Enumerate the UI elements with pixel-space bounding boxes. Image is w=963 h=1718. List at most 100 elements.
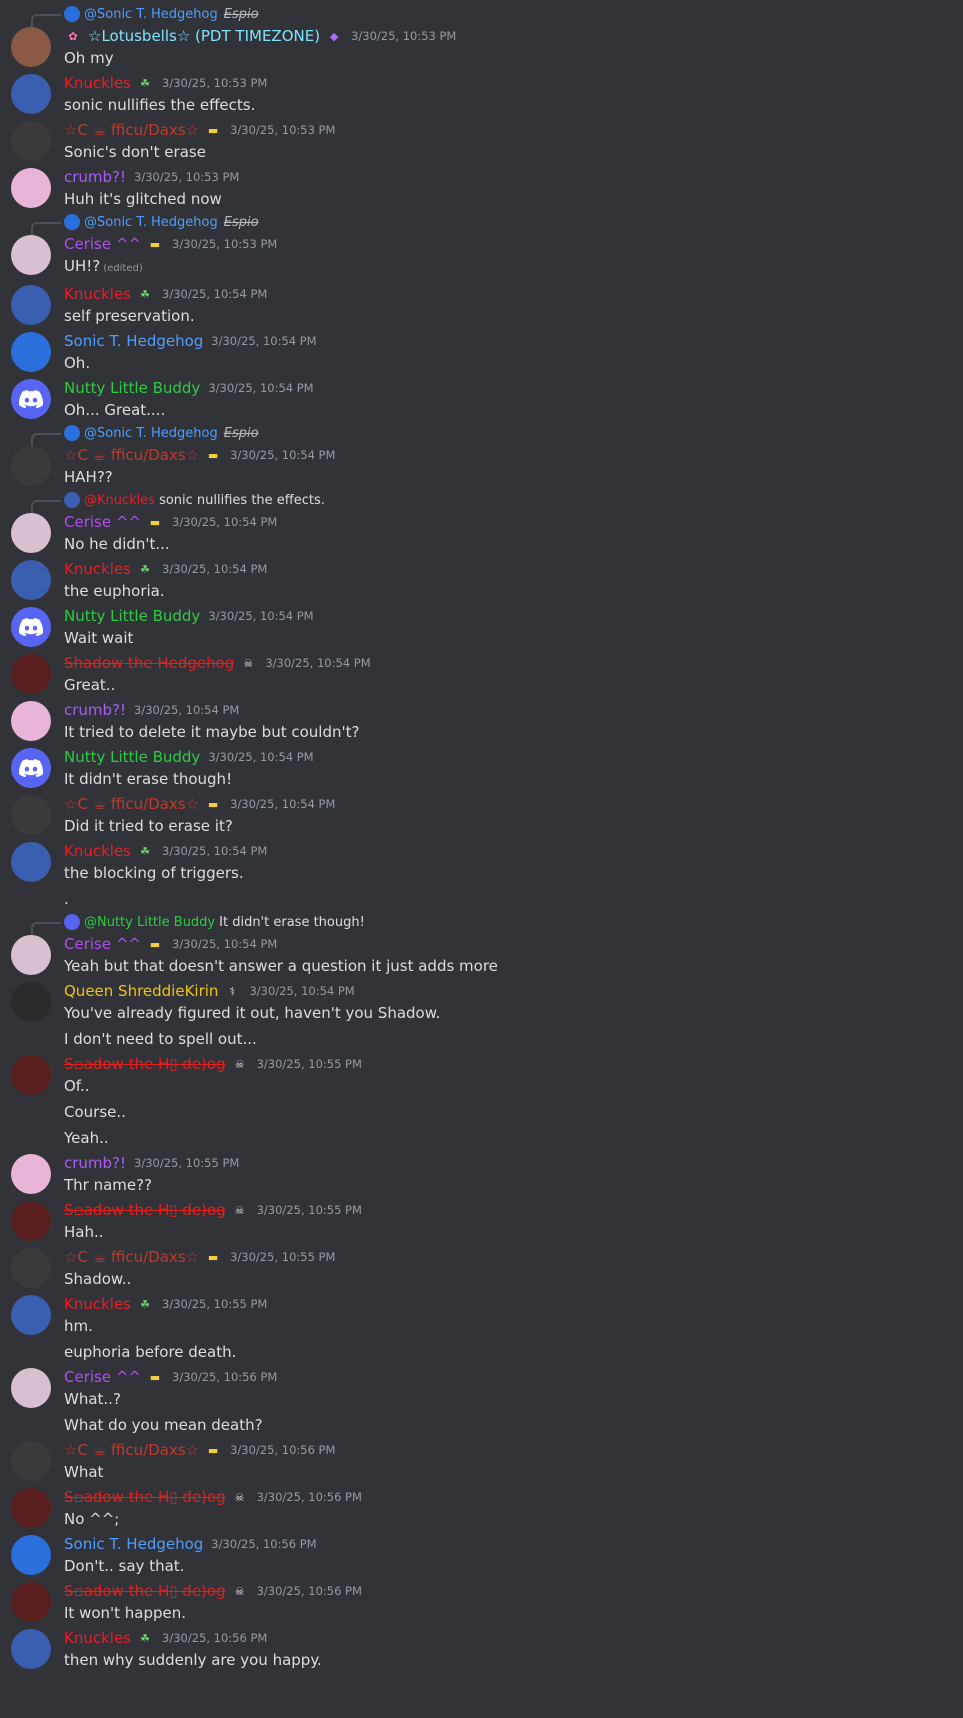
knuckles-avatar[interactable] xyxy=(11,1295,51,1335)
timestamp[interactable]: 3/30/25, 10:53 PM xyxy=(351,29,456,43)
timestamp[interactable]: 3/30/25, 10:55 PM xyxy=(134,1156,239,1170)
timestamp[interactable]: 3/30/25, 10:53 PM xyxy=(134,170,239,184)
knuckles-avatar[interactable] xyxy=(11,1629,51,1669)
sonic-avatar[interactable] xyxy=(11,1535,51,1575)
author-name[interactable]: Cerise ^^ xyxy=(64,513,141,531)
crumb-avatar[interactable] xyxy=(11,701,51,741)
author-name[interactable]: ☆C ☕ fficu/Daxs☆ xyxy=(64,121,199,139)
discord-avatar[interactable] xyxy=(11,748,51,788)
shadow-avatar[interactable] xyxy=(11,1201,51,1241)
shadow-avatar[interactable] xyxy=(11,1582,51,1622)
timestamp[interactable]: 3/30/25, 10:55 PM xyxy=(230,1250,335,1264)
timestamp[interactable]: 3/30/25, 10:54 PM xyxy=(162,287,267,301)
author-name[interactable]: ☆C ☕ fficu/Daxs☆ xyxy=(64,795,199,813)
timestamp[interactable]: 3/30/25, 10:54 PM xyxy=(208,381,313,395)
daxs-avatar[interactable] xyxy=(11,795,51,835)
reply-mention[interactable]: @Knuckles xyxy=(84,493,155,508)
cerise-avatar[interactable] xyxy=(11,935,51,975)
timestamp[interactable]: 3/30/25, 10:55 PM xyxy=(257,1203,362,1217)
knuckles-avatar[interactable] xyxy=(11,74,51,114)
knuckles-avatar[interactable] xyxy=(11,842,51,882)
author-name[interactable]: Sonic T. Hedgehog xyxy=(64,1535,203,1553)
author-name[interactable]: Shadow the Hedgehog xyxy=(64,654,234,672)
author-name[interactable]: Knuckles xyxy=(64,1629,131,1647)
author-name[interactable]: Knuckles xyxy=(64,285,131,303)
shadow-avatar[interactable] xyxy=(11,1488,51,1528)
cerise-avatar[interactable] xyxy=(11,1368,51,1408)
timestamp[interactable]: 3/30/25, 10:53 PM xyxy=(172,237,277,251)
shadow-avatar[interactable] xyxy=(11,654,51,694)
author-name[interactable]: Nutty Little Buddy xyxy=(64,379,200,397)
timestamp[interactable]: 3/30/25, 10:54 PM xyxy=(208,609,313,623)
author-name[interactable]: S▫adow the H▯ de)og xyxy=(64,1582,226,1600)
author-name[interactable]: ☆Lotusbells☆ (PDT TIMEZONE) xyxy=(88,27,320,45)
author-name[interactable]: crumb?! xyxy=(64,168,126,186)
reply-mention[interactable]: @Sonic T. Hedgehog xyxy=(84,7,218,22)
timestamp[interactable]: 3/30/25, 10:55 PM xyxy=(257,1057,362,1071)
cerise-avatar[interactable] xyxy=(11,513,51,553)
discord-avatar[interactable] xyxy=(11,607,51,647)
timestamp[interactable]: 3/30/25, 10:55 PM xyxy=(162,1297,267,1311)
reply-mention[interactable]: @Nutty Little Buddy xyxy=(84,915,215,930)
author-name[interactable]: Sonic T. Hedgehog xyxy=(64,332,203,350)
author-name[interactable]: Cerise ^^ xyxy=(64,1368,141,1386)
timestamp[interactable]: 3/30/25, 10:56 PM xyxy=(162,1631,267,1645)
timestamp[interactable]: 3/30/25, 10:56 PM xyxy=(230,1443,335,1457)
timestamp[interactable]: 3/30/25, 10:54 PM xyxy=(211,334,316,348)
lotus-avatar[interactable] xyxy=(11,27,51,67)
daxs-avatar[interactable] xyxy=(11,1248,51,1288)
author-name[interactable]: S▫adow the H▯ de)og xyxy=(64,1055,226,1073)
author-name[interactable]: Cerise ^^ xyxy=(64,235,141,253)
author-name[interactable]: Knuckles xyxy=(64,842,131,860)
queen-avatar[interactable] xyxy=(11,982,51,1022)
cerise-avatar[interactable] xyxy=(11,235,51,275)
crumb-avatar[interactable] xyxy=(11,168,51,208)
author-name[interactable]: Nutty Little Buddy xyxy=(64,748,200,766)
shadow-avatar[interactable] xyxy=(11,1055,51,1095)
timestamp[interactable]: 3/30/25, 10:53 PM xyxy=(230,123,335,137)
timestamp[interactable]: 3/30/25, 10:56 PM xyxy=(211,1537,316,1551)
timestamp[interactable]: 3/30/25, 10:54 PM xyxy=(172,515,277,529)
timestamp[interactable]: 3/30/25, 10:54 PM xyxy=(162,562,267,576)
knuckles-avatar[interactable] xyxy=(11,560,51,600)
author-name[interactable]: Nutty Little Buddy xyxy=(64,607,200,625)
sonic-avatar[interactable] xyxy=(11,332,51,372)
daxs-avatar[interactable] xyxy=(11,121,51,161)
reply-mention[interactable]: @Sonic T. Hedgehog xyxy=(84,215,218,230)
author-name[interactable]: ☆C ☕ fficu/Daxs☆ xyxy=(64,1441,199,1459)
reply-preview[interactable]: @Sonic T. Hedgehog Espio xyxy=(31,211,943,236)
timestamp[interactable]: 3/30/25, 10:54 PM xyxy=(162,844,267,858)
author-name[interactable]: Knuckles xyxy=(64,560,131,578)
author-name[interactable]: Queen ShreddieKirin xyxy=(64,982,218,1000)
author-name[interactable]: Cerise ^^ xyxy=(64,935,141,953)
crumb-avatar[interactable] xyxy=(11,1154,51,1194)
discord-avatar[interactable] xyxy=(11,379,51,419)
reply-preview[interactable]: @Sonic T. Hedgehog Espio xyxy=(31,3,943,28)
knuckles-avatar[interactable] xyxy=(11,285,51,325)
timestamp[interactable]: 3/30/25, 10:56 PM xyxy=(172,1370,277,1384)
timestamp[interactable]: 3/30/25, 10:54 PM xyxy=(134,703,239,717)
author-name[interactable]: crumb?! xyxy=(64,1154,126,1172)
author-name[interactable]: Knuckles xyxy=(64,1295,131,1313)
author-name[interactable]: crumb?! xyxy=(64,701,126,719)
author-name[interactable]: Knuckles xyxy=(64,74,131,92)
timestamp[interactable]: 3/30/25, 10:54 PM xyxy=(249,984,354,998)
timestamp[interactable]: 3/30/25, 10:53 PM xyxy=(162,76,267,90)
reply-preview[interactable]: @Knuckles sonic nullifies the effects. xyxy=(31,489,943,514)
reply-mention[interactable]: @Sonic T. Hedgehog xyxy=(84,426,218,441)
timestamp[interactable]: 3/30/25, 10:54 PM xyxy=(265,656,370,670)
author-name[interactable]: S▫adow the H▯ de)og xyxy=(64,1488,226,1506)
author-name[interactable]: ☆C ☕ fficu/Daxs☆ xyxy=(64,446,199,464)
timestamp[interactable]: 3/30/25, 10:56 PM xyxy=(257,1490,362,1504)
timestamp[interactable]: 3/30/25, 10:54 PM xyxy=(230,448,335,462)
timestamp[interactable]: 3/30/25, 10:54 PM xyxy=(208,750,313,764)
timestamp[interactable]: 3/30/25, 10:54 PM xyxy=(230,797,335,811)
reply-preview[interactable]: @Sonic T. Hedgehog Espio xyxy=(31,422,943,447)
daxs-avatar[interactable] xyxy=(11,1441,51,1481)
author-name[interactable]: S▫adow the H▯ de)og xyxy=(64,1201,226,1219)
reply-preview[interactable]: @Nutty Little Buddy It didn't erase thoug… xyxy=(31,911,943,936)
timestamp[interactable]: 3/30/25, 10:56 PM xyxy=(257,1584,362,1598)
daxs-avatar[interactable] xyxy=(11,446,51,486)
timestamp[interactable]: 3/30/25, 10:54 PM xyxy=(172,937,277,951)
author-name[interactable]: ☆C ☕ fficu/Daxs☆ xyxy=(64,1248,199,1266)
